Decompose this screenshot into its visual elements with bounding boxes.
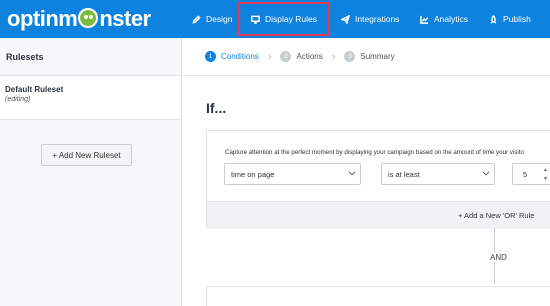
operator-select[interactable]: is at least xyxy=(381,163,495,185)
time-value-input[interactable]: 5 ▲ ▼ xyxy=(512,163,550,185)
chevron-right-icon: › xyxy=(267,50,272,63)
time-value: 5 xyxy=(523,170,528,179)
rulesets-sidebar: Rulesets Default Ruleset (editing) + Add… xyxy=(0,38,182,306)
paper-plane-icon xyxy=(341,14,350,24)
step-summary[interactable]: 3 Summary xyxy=(344,51,395,62)
nav-design-label: Design xyxy=(206,14,233,24)
step-label: Conditions xyxy=(221,52,259,61)
rule-description: Capture attention at the perfect moment … xyxy=(225,149,524,156)
nav-publish-label: Publish xyxy=(503,14,531,24)
ruleset-item-default[interactable]: Default Ruleset (editing) xyxy=(0,76,181,120)
monitor-icon xyxy=(251,15,260,24)
spinner-arrows-icon[interactable]: ▲ ▼ xyxy=(543,166,548,184)
condition-value: time on page xyxy=(231,170,275,179)
rocket-icon xyxy=(490,14,497,24)
chevron-down-icon xyxy=(482,168,490,176)
rulesets-header: Rulesets xyxy=(0,38,181,76)
chevron-down-icon xyxy=(348,168,356,176)
step-number: 2 xyxy=(280,51,292,62)
step-label: Summary xyxy=(360,52,395,61)
step-number: 3 xyxy=(344,51,356,62)
logo-text-start: optinm xyxy=(7,6,78,31)
line-chart-icon xyxy=(420,15,429,24)
nav-integrations-label: Integrations xyxy=(355,14,400,24)
nav-display-rules-label: Display Rules xyxy=(265,14,317,24)
and-label: AND xyxy=(488,253,509,262)
step-conditions[interactable]: 1 Conditions xyxy=(205,51,259,62)
ruleset-name: Default Ruleset xyxy=(5,85,64,94)
nav-publish[interactable]: Publish xyxy=(489,0,531,38)
add-new-ruleset-button[interactable]: + Add New Ruleset xyxy=(41,144,132,166)
top-bar: optinm nster Design Display Rules Integr… xyxy=(0,0,550,38)
chevron-right-icon: › xyxy=(331,50,336,63)
operator-value: is at least xyxy=(388,170,420,179)
second-rule-card xyxy=(206,286,550,306)
step-number: 1 xyxy=(205,51,216,62)
nav-display-rules[interactable]: Display Rules xyxy=(238,2,330,36)
nav-integrations[interactable]: Integrations xyxy=(341,0,399,38)
logo-text-end: nster xyxy=(99,6,151,31)
nav-analytics[interactable]: Analytics xyxy=(420,0,468,38)
condition-select[interactable]: time on page xyxy=(224,163,361,185)
step-label: Actions xyxy=(296,52,323,61)
nav-analytics-label: Analytics xyxy=(434,14,469,24)
nav-design[interactable]: Design xyxy=(192,0,232,38)
pencil-icon xyxy=(192,14,201,24)
if-heading: If... xyxy=(206,100,227,116)
monster-mascot-icon xyxy=(78,8,99,28)
or-rule-bar: + Add a New 'OR' Rule xyxy=(207,201,550,229)
optinmonster-logo[interactable]: optinm nster xyxy=(7,6,151,32)
step-actions[interactable]: 2 Actions xyxy=(280,51,323,62)
rule-card: Capture attention at the perfect moment … xyxy=(206,130,550,229)
add-or-rule-button[interactable]: + Add a New 'OR' Rule xyxy=(458,211,534,220)
steps-bar: 1 Conditions › 2 Actions › 3 Summary xyxy=(183,38,550,76)
ruleset-state: (editing) xyxy=(5,96,31,103)
rules-editor: If... Capture attention at the perfect m… xyxy=(183,77,550,306)
